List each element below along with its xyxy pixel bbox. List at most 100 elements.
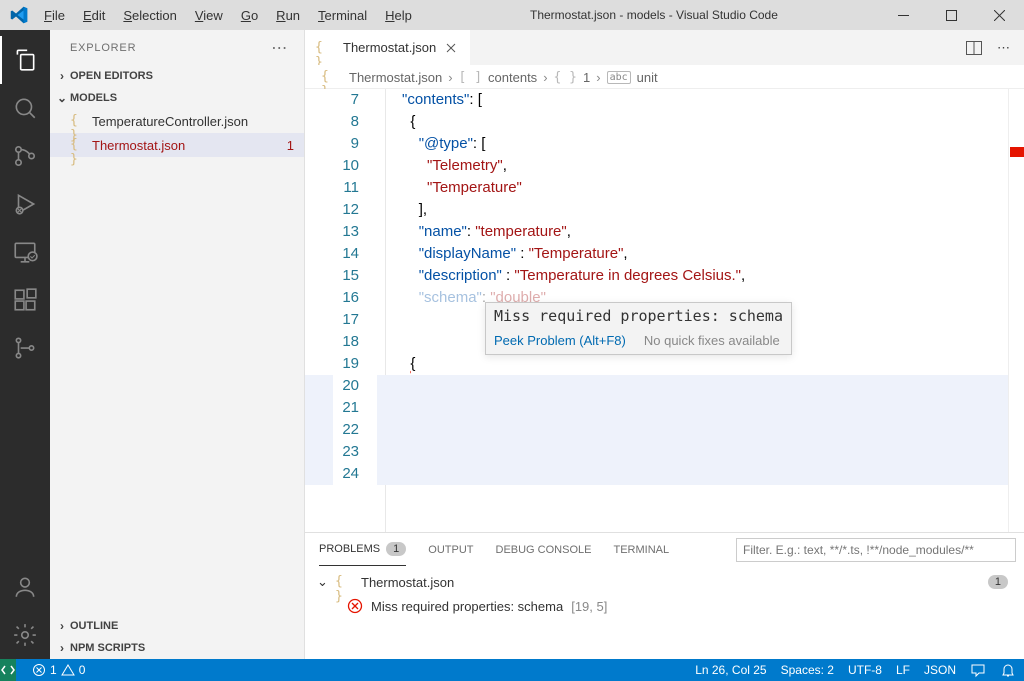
problems-count-badge: 1	[386, 542, 406, 556]
panel-tab-debug[interactable]: DEBUG CONSOLE	[496, 533, 592, 566]
object-icon: { }	[554, 70, 577, 85]
code-line[interactable]: "Telemetry",	[377, 155, 1008, 177]
file-label: Thermostat.json	[92, 138, 185, 153]
activity-run-debug[interactable]	[0, 180, 50, 228]
chevron-down-icon: ⌄	[317, 574, 331, 590]
activity-explorer[interactable]	[0, 36, 50, 84]
activity-git-graph[interactable]	[0, 324, 50, 372]
status-bell-icon[interactable]	[1000, 662, 1016, 678]
section-open-editors[interactable]: ›OPEN EDITORS	[50, 65, 304, 87]
chevron-right-icon: ›	[543, 70, 547, 85]
problem-file-label: Thermostat.json	[361, 575, 454, 590]
status-encoding[interactable]: UTF-8	[848, 663, 882, 677]
menu-file[interactable]: File	[36, 4, 73, 27]
titlebar: File Edit Selection View Go Run Terminal…	[0, 0, 1024, 30]
code-line[interactable]: {	[377, 111, 1008, 133]
activity-remote-explorer[interactable]	[0, 228, 50, 276]
activity-extensions[interactable]	[0, 276, 50, 324]
json-icon: { }	[70, 113, 86, 129]
status-language[interactable]: JSON	[924, 663, 956, 677]
section-npm[interactable]: ›NPM SCRIPTS	[50, 637, 304, 659]
problem-item[interactable]: Miss required properties: schema [19, 5]	[317, 594, 1012, 618]
code-line[interactable]: "name": "temperature",	[377, 221, 1008, 243]
json-icon: { }	[321, 69, 337, 85]
menu-view[interactable]: View	[187, 4, 231, 27]
hover-message: Miss required properties: schema	[494, 307, 783, 325]
tab-close-icon[interactable]	[442, 39, 460, 57]
activity-bar	[0, 30, 50, 659]
menu-terminal[interactable]: Terminal	[310, 4, 375, 27]
minimap[interactable]	[1008, 89, 1024, 532]
section-models[interactable]: ⌄MODELS	[50, 87, 304, 109]
breadcrumb-item[interactable]: 1	[583, 70, 590, 85]
hover-tooltip: Miss required properties: schema Peek Pr…	[485, 302, 792, 355]
section-outline[interactable]: ›OUTLINE	[50, 615, 304, 637]
sidebar: EXPLORER ⋯ ›OPEN EDITORS ⌄MODELS { } Tem…	[50, 30, 305, 659]
array-icon: [ ]	[459, 70, 482, 85]
file-problem-count: 1	[988, 575, 1008, 589]
split-editor-icon[interactable]	[965, 39, 983, 57]
minimize-button[interactable]	[888, 3, 918, 27]
code-line[interactable]: "description" : "Temperature in degrees …	[377, 265, 1008, 287]
peek-problem-link[interactable]: Peek Problem (Alt+F8)	[494, 333, 626, 348]
code-line[interactable]: ],	[377, 199, 1008, 221]
code-line[interactable]: "Temperature"	[377, 177, 1008, 199]
activity-settings[interactable]	[0, 611, 50, 659]
menu-run[interactable]: Run	[268, 4, 308, 27]
sidebar-header: EXPLORER ⋯	[50, 30, 304, 65]
menu-selection[interactable]: Selection	[115, 4, 184, 27]
file-item[interactable]: { } TemperatureController.json	[50, 109, 304, 133]
breadcrumb-item[interactable]: unit	[637, 70, 658, 85]
editor-group: { } Thermostat.json ⋯ { } Thermostat.jso…	[305, 30, 1024, 659]
file-tree: { } TemperatureController.json { } Therm…	[50, 109, 304, 615]
panel-tab-problems[interactable]: PROBLEMS 1	[319, 533, 406, 566]
json-icon: { }	[335, 574, 351, 590]
activity-search[interactable]	[0, 84, 50, 132]
status-ln-col[interactable]: Ln 26, Col 25	[695, 663, 766, 677]
editor-more-icon[interactable]: ⋯	[997, 40, 1010, 56]
maximize-button[interactable]	[936, 3, 966, 27]
json-icon: { }	[70, 137, 86, 153]
remote-indicator[interactable]	[0, 659, 16, 681]
problems-list: ⌄ { } Thermostat.json 1 Miss required pr…	[305, 566, 1024, 659]
activity-source-control[interactable]	[0, 132, 50, 180]
menu-go[interactable]: Go	[233, 4, 266, 27]
breadcrumbs[interactable]: { } Thermostat.json › [ ] contents › { }…	[305, 65, 1024, 89]
status-eol[interactable]: LF	[896, 663, 910, 677]
code-content[interactable]: "contents": [ { "@type": [ "Telemetry", …	[377, 89, 1008, 532]
editor-actions: ⋯	[965, 30, 1024, 65]
panel-tabs: PROBLEMS 1 OUTPUT DEBUG CONSOLE TERMINAL	[305, 533, 1024, 566]
error-marker[interactable]	[1010, 147, 1024, 157]
code-line[interactable]: "@type": [	[377, 133, 1008, 155]
menu-bar: File Edit Selection View Go Run Terminal…	[36, 4, 420, 27]
vscode-logo-icon	[10, 6, 28, 24]
activity-account[interactable]	[0, 563, 50, 611]
status-feedback-icon[interactable]	[970, 662, 986, 678]
file-item[interactable]: { } Thermostat.json 1	[50, 133, 304, 157]
panel-tab-terminal[interactable]: TERMINAL	[613, 533, 669, 566]
json-icon: { }	[315, 40, 331, 56]
window-title: Thermostat.json - models - Visual Studio…	[420, 8, 888, 22]
gutter: 789101112131415161718192021222324	[305, 89, 377, 532]
bottom-panel: PROBLEMS 1 OUTPUT DEBUG CONSOLE TERMINAL…	[305, 532, 1024, 659]
editor-tab[interactable]: { } Thermostat.json	[305, 30, 471, 65]
code-line[interactable]: "contents": [	[377, 89, 1008, 111]
status-errors-warnings[interactable]: 1 0	[32, 663, 85, 677]
file-label: TemperatureController.json	[92, 114, 248, 129]
code-line[interactable]: {	[377, 353, 1008, 375]
breadcrumb-item[interactable]: contents	[488, 70, 537, 85]
problem-file-row[interactable]: ⌄ { } Thermostat.json 1	[317, 570, 1012, 594]
panel-tab-output[interactable]: OUTPUT	[428, 533, 473, 566]
code-line[interactable]: "displayName" : "Temperature",	[377, 243, 1008, 265]
problem-location: [19, 5]	[571, 599, 607, 614]
close-button[interactable]	[984, 3, 1014, 27]
error-count-badge: 1	[287, 138, 294, 153]
tab-label: Thermostat.json	[343, 40, 436, 55]
status-spaces[interactable]: Spaces: 2	[781, 663, 834, 677]
code-editor[interactable]: 789101112131415161718192021222324 "conte…	[305, 89, 1024, 532]
sidebar-more-icon[interactable]: ⋯	[271, 38, 288, 58]
menu-help[interactable]: Help	[377, 4, 420, 27]
problems-filter-input[interactable]	[736, 538, 1016, 562]
menu-edit[interactable]: Edit	[75, 4, 113, 27]
breadcrumb-item[interactable]: Thermostat.json	[349, 70, 442, 85]
